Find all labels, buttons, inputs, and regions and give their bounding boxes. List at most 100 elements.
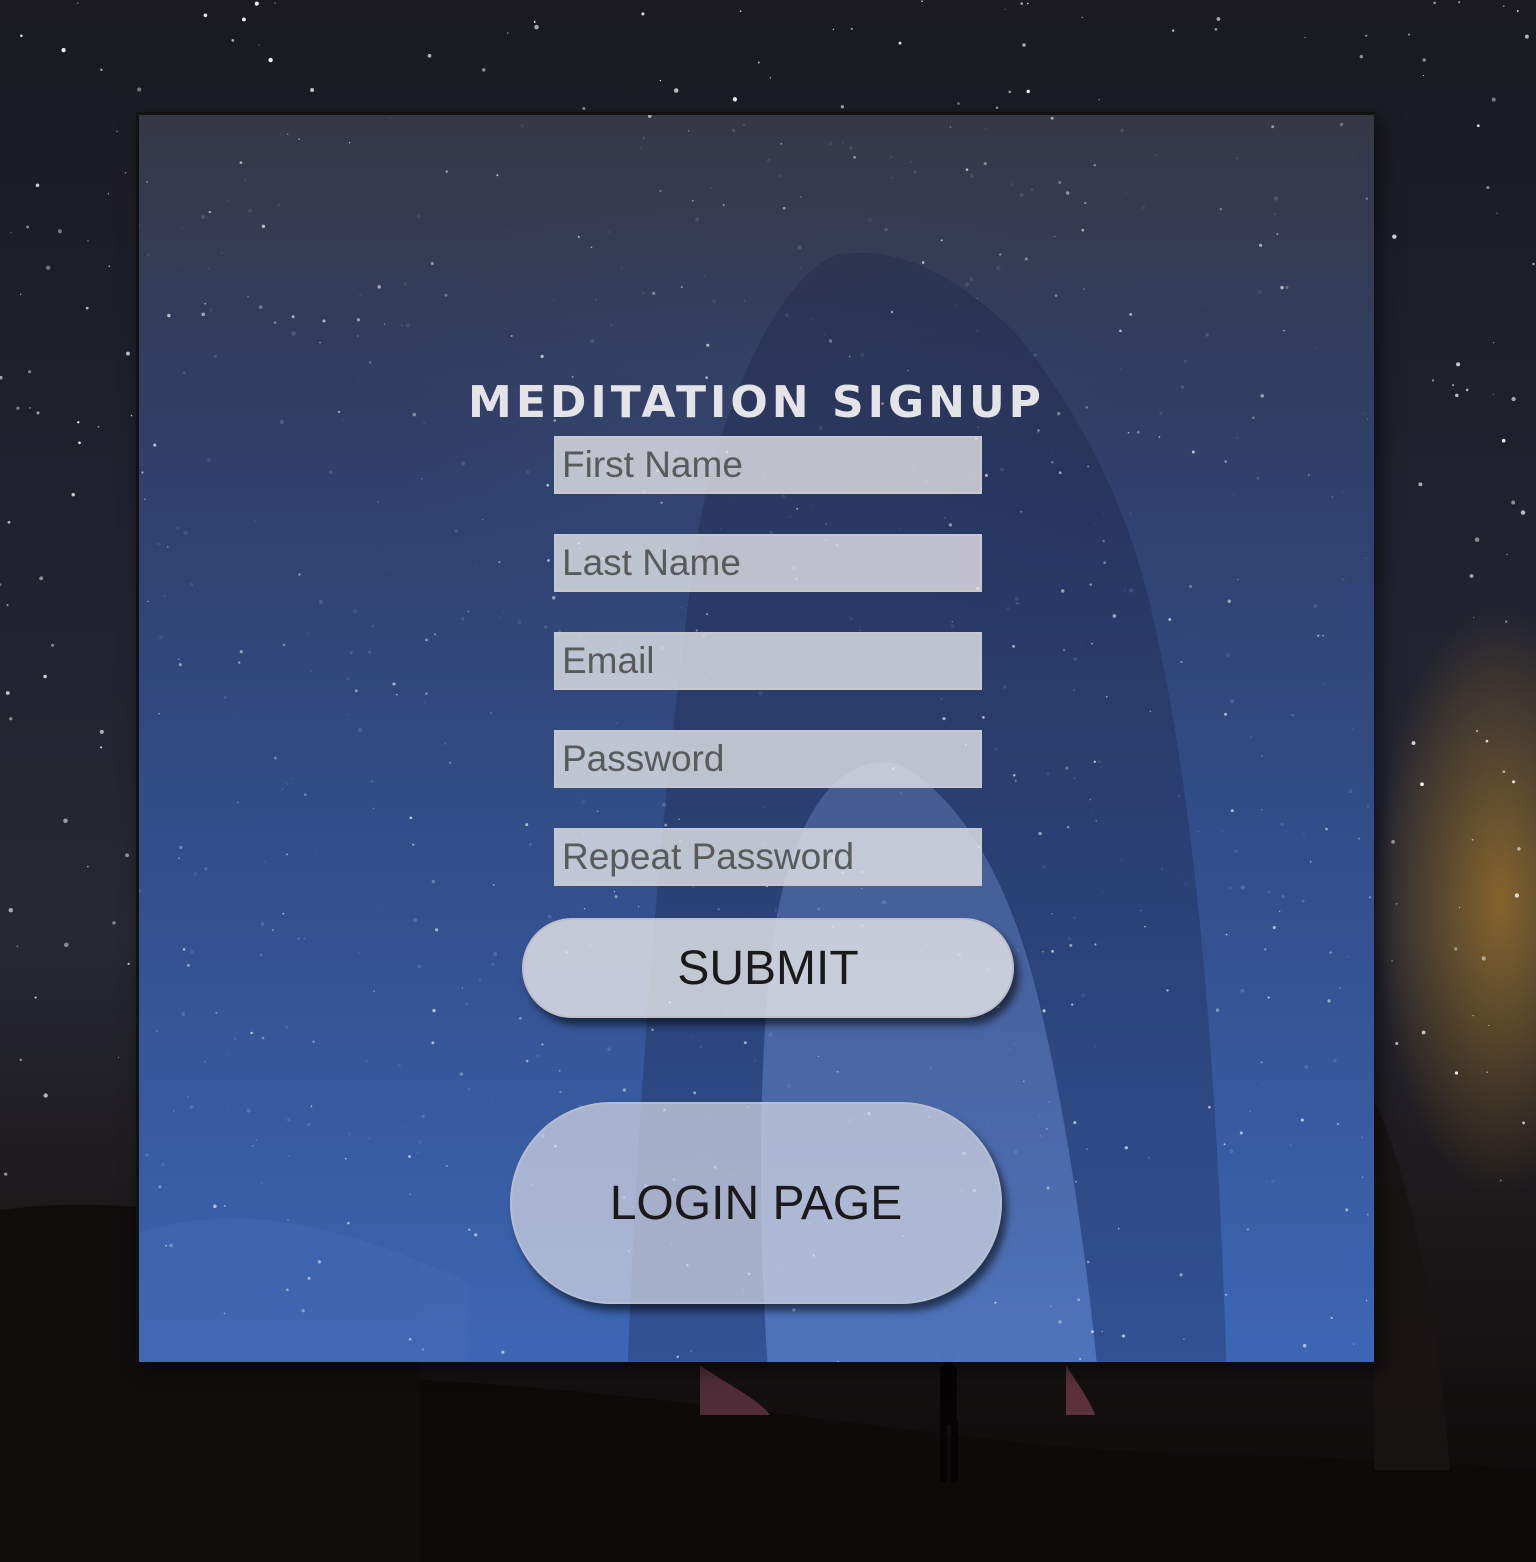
star <box>158 713 160 715</box>
star <box>664 823 668 827</box>
star <box>948 523 953 527</box>
star <box>1249 1110 1251 1112</box>
star <box>1022 1080 1025 1083</box>
star <box>372 807 375 810</box>
star <box>492 883 495 886</box>
star <box>1316 634 1320 637</box>
star <box>490 712 492 714</box>
first-name-input[interactable] <box>554 436 982 494</box>
star <box>1058 1320 1062 1324</box>
star <box>1261 755 1263 757</box>
star <box>169 1243 173 1248</box>
star <box>252 1145 254 1147</box>
star <box>141 471 144 474</box>
star <box>1158 436 1161 438</box>
star <box>622 1088 627 1092</box>
star <box>690 1350 692 1352</box>
star <box>828 339 833 343</box>
star <box>1148 1156 1150 1159</box>
star <box>1118 1227 1120 1230</box>
star <box>431 879 435 884</box>
star <box>1129 313 1133 316</box>
star <box>215 1011 218 1014</box>
star <box>1095 820 1097 822</box>
star <box>354 689 358 693</box>
star <box>201 312 206 317</box>
star <box>165 1244 167 1247</box>
star <box>286 1288 289 1292</box>
star <box>930 1067 932 1070</box>
star <box>1103 561 1106 564</box>
star <box>659 189 662 193</box>
star <box>482 519 484 521</box>
star <box>178 663 182 667</box>
star <box>467 610 470 613</box>
star <box>547 559 550 562</box>
star <box>158 1185 162 1189</box>
star <box>1261 809 1263 811</box>
star <box>310 670 312 672</box>
star <box>368 361 372 364</box>
star <box>1084 201 1087 205</box>
star <box>1058 180 1062 185</box>
star <box>1046 1186 1050 1190</box>
star <box>692 199 694 202</box>
email-input[interactable] <box>554 632 982 690</box>
star <box>706 343 710 347</box>
star <box>291 315 295 319</box>
star <box>994 1301 997 1304</box>
star <box>637 905 640 908</box>
star <box>303 793 307 796</box>
star <box>425 692 428 695</box>
star <box>1278 910 1281 912</box>
star <box>722 204 725 206</box>
star <box>1258 243 1263 247</box>
star <box>660 501 663 504</box>
star <box>1336 1122 1340 1126</box>
star <box>552 596 556 600</box>
star <box>377 285 381 289</box>
star <box>1309 860 1312 863</box>
star <box>1300 1118 1304 1122</box>
repeat-password-input[interactable] <box>554 828 982 886</box>
star <box>1093 760 1096 764</box>
star <box>1112 614 1117 618</box>
star <box>817 1055 820 1057</box>
star <box>546 483 549 487</box>
star <box>383 323 386 326</box>
star <box>1180 661 1183 663</box>
star <box>1237 578 1240 581</box>
star <box>261 224 266 229</box>
star <box>687 130 690 132</box>
star <box>310 1105 313 1108</box>
star <box>348 142 351 144</box>
star <box>1365 197 1369 200</box>
star <box>1219 207 1223 211</box>
star <box>743 1041 747 1045</box>
star <box>412 843 415 846</box>
star <box>307 1276 311 1280</box>
star <box>997 1005 1000 1009</box>
star <box>853 156 856 159</box>
star <box>1086 1260 1090 1264</box>
star <box>1329 951 1332 954</box>
login-page-button[interactable]: LOGIN PAGE <box>510 1102 1002 1304</box>
password-input[interactable] <box>554 730 982 788</box>
star <box>1101 1330 1103 1332</box>
star <box>425 638 428 642</box>
star <box>177 857 180 860</box>
star <box>409 816 413 820</box>
submit-button[interactable]: SUBMIT <box>522 918 1014 1018</box>
star <box>1280 285 1284 290</box>
star <box>444 293 448 297</box>
last-name-input[interactable] <box>554 534 982 592</box>
star <box>1054 294 1058 297</box>
star <box>421 1348 424 1351</box>
star <box>648 115 652 118</box>
star <box>983 162 987 166</box>
star <box>559 1090 562 1094</box>
star <box>1264 948 1267 951</box>
star <box>965 168 969 172</box>
star <box>474 1233 478 1237</box>
star <box>848 355 851 358</box>
